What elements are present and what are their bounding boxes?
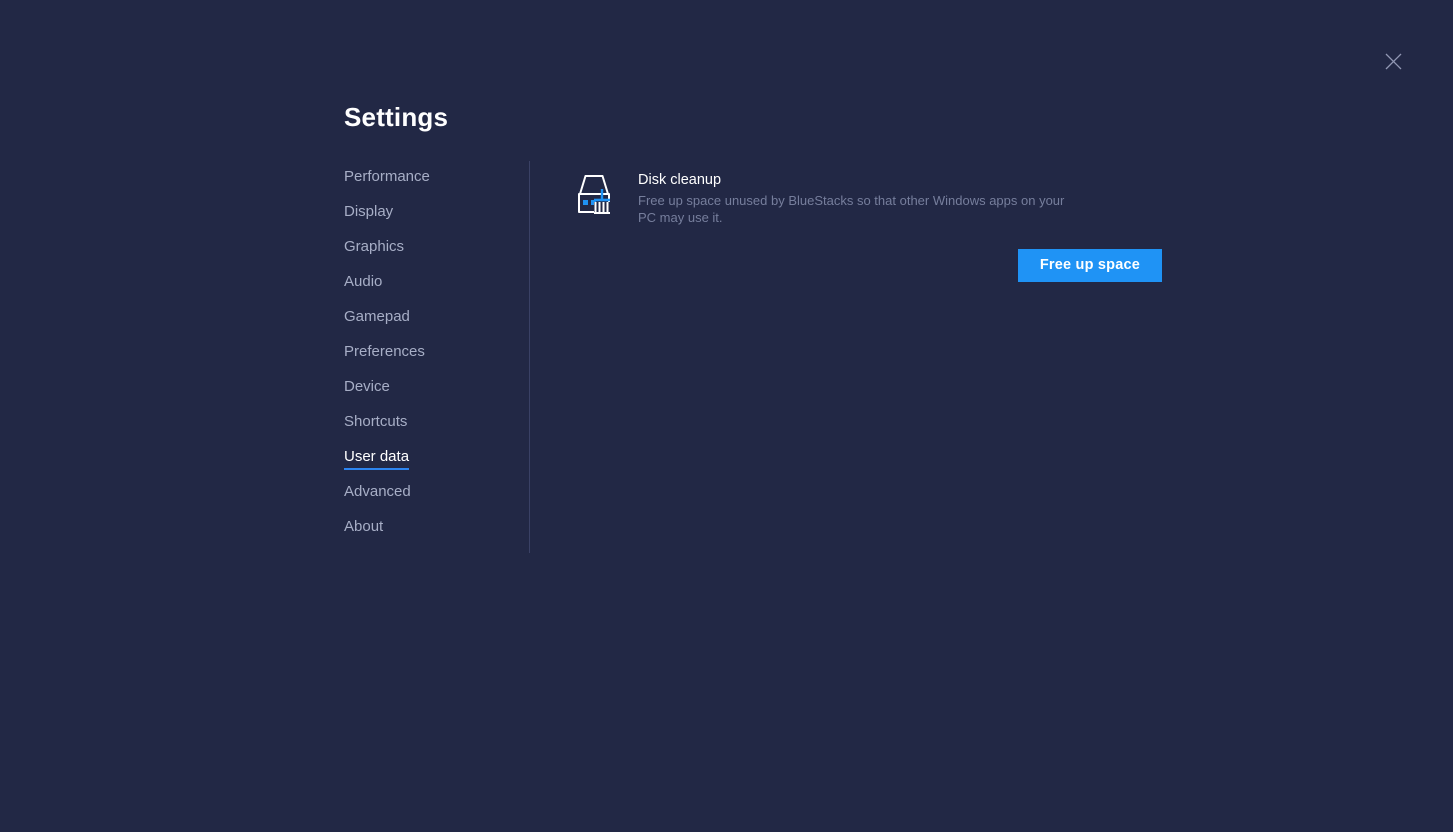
settings-window: Settings Performance Display Graphics Au… <box>344 100 1344 553</box>
disk-cleanup-text: Disk cleanup Free up space unused by Blu… <box>638 169 1082 226</box>
sidebar-item-audio[interactable]: Audio <box>344 273 382 295</box>
sidebar-item-display[interactable]: Display <box>344 203 393 225</box>
sidebar-item-preferences[interactable]: Preferences <box>344 343 425 365</box>
sidebar-item-shortcuts[interactable]: Shortcuts <box>344 413 407 435</box>
close-icon <box>1385 53 1401 69</box>
sidebar-item-device[interactable]: Device <box>344 378 390 400</box>
sidebar-item-graphics[interactable]: Graphics <box>344 238 404 260</box>
disk-cleanup-description: Free up space unused by BlueStacks so th… <box>638 193 1065 225</box>
free-up-space-button[interactable]: Free up space <box>1017 249 1162 282</box>
sidebar-item-user-data[interactable]: User data <box>344 448 410 470</box>
settings-sidebar: Performance Display Graphics Audio Gamep… <box>344 161 530 553</box>
sidebar-item-performance[interactable]: Performance <box>344 168 430 190</box>
disk-cleanup-action-row: Free up space <box>572 249 1344 282</box>
disk-cleanup-icon <box>572 172 616 218</box>
sidebar-item-gamepad[interactable]: Gamepad <box>344 308 410 330</box>
page-title: Settings <box>344 102 449 132</box>
sidebar-item-advanced[interactable]: Advanced <box>344 483 411 505</box>
settings-content-panel: Disk cleanup Free up space unused by Blu… <box>530 161 1344 282</box>
sidebar-item-about[interactable]: About <box>344 518 383 540</box>
disk-cleanup-row: Disk cleanup Free up space unused by Blu… <box>572 169 1344 226</box>
disk-cleanup-title: Disk cleanup <box>638 172 722 188</box>
close-window-button[interactable] <box>1379 47 1407 75</box>
settings-body: Performance Display Graphics Audio Gamep… <box>344 161 1344 553</box>
